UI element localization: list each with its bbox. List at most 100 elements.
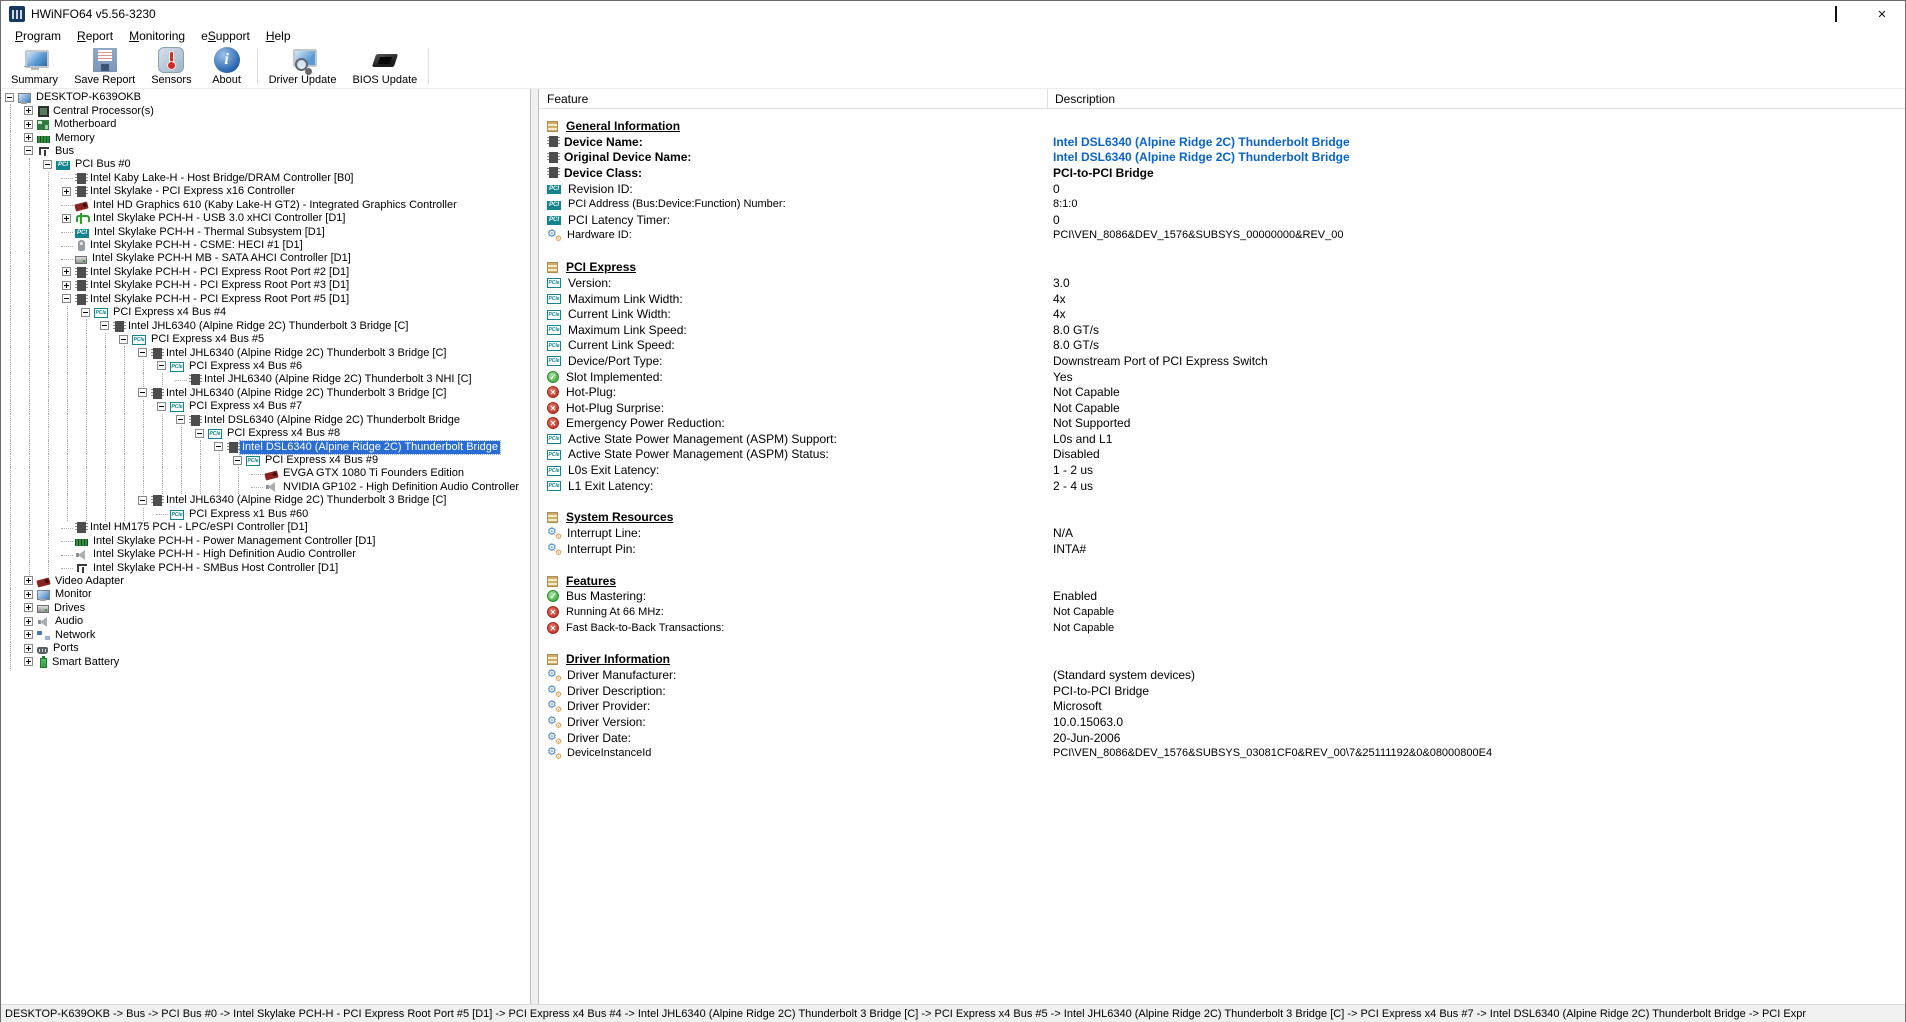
tree-item-intel-skylake-pch-h-smbus-host-controlle[interactable]: Intel Skylake PCH-H - SMBus Host Control… xyxy=(1,561,530,576)
tree-item-intel-jhl6340-alpine-ridge-2c-thunderbol[interactable]: Intel JHL6340 (Alpine Ridge 2C) Thunderb… xyxy=(1,319,530,334)
collapse-icon[interactable] xyxy=(157,361,166,371)
tree-item-video-adapter[interactable]: Video Adapter xyxy=(1,574,530,589)
feature-row-device-port-type[interactable]: Device/Port Type: Downstream Port of PCI … xyxy=(547,353,1905,369)
feature-row-active-state-power-management-aspm-support[interactable]: Active State Power Management (ASPM) Sup… xyxy=(547,431,1905,447)
feature-row-running-at-66-mhz[interactable]: Running At 66 MHz: Not Capable xyxy=(547,604,1905,620)
feature-row-revision-id[interactable]: Revision ID: 0 xyxy=(547,181,1905,197)
expand-icon[interactable] xyxy=(24,133,33,143)
tree-item-intel-skylake-pch-h-pci-express-root-por[interactable]: Intel Skylake PCH-H - PCI Express Root P… xyxy=(1,265,530,280)
feature-row-current-link-speed[interactable]: Current Link Speed: 8.0 GT/s xyxy=(547,338,1905,354)
feature-row-hot-plug-surprise[interactable]: Hot-Plug Surprise: Not Capable xyxy=(547,400,1905,416)
feature-row-original-device-name[interactable]: Original Device Name: Intel DSL6340 (Alpi… xyxy=(547,150,1905,166)
collapse-icon[interactable] xyxy=(176,415,185,425)
feature-row-device-name[interactable]: Device Name: Intel DSL6340 (Alpine Ridge … xyxy=(547,134,1905,150)
summary-button[interactable]: Summary xyxy=(3,45,66,88)
expand-icon[interactable] xyxy=(24,589,33,599)
expand-icon[interactable] xyxy=(62,280,71,290)
about-button[interactable]: About xyxy=(200,45,254,88)
tree-item-intel-skylake-pch-h-csme-heci-1-d1[interactable]: Intel Skylake PCH-H - CSME: HECI #1 [D1] xyxy=(1,238,530,253)
menu-program[interactable]: Program xyxy=(7,28,69,45)
menu-esupport[interactable]: eSupport xyxy=(193,28,258,45)
tree-item-intel-skylake-pch-h-pci-express-root-por[interactable]: Intel Skylake PCH-H - PCI Express Root P… xyxy=(1,292,530,307)
collapse-icon[interactable] xyxy=(138,388,147,398)
feature-row-slot-implemented[interactable]: Slot Implemented: Yes xyxy=(547,369,1905,385)
feature-row-l0s-exit-latency[interactable]: L0s Exit Latency: 1 - 2 us xyxy=(547,462,1905,478)
tree-item-ports[interactable]: Ports xyxy=(1,641,530,656)
expand-icon[interactable] xyxy=(24,657,33,667)
tree-item-intel-jhl6340-alpine-ridge-2c-thunderbol[interactable]: Intel JHL6340 (Alpine Ridge 2C) Thunderb… xyxy=(1,386,530,401)
menu-help[interactable]: Help xyxy=(258,28,299,45)
expand-icon[interactable] xyxy=(24,576,33,586)
feature-row-maximum-link-speed[interactable]: Maximum Link Speed: 8.0 GT/s xyxy=(547,322,1905,338)
collapse-icon[interactable] xyxy=(100,321,109,331)
feature-row-interrupt-pin[interactable]: Interrupt Pin: INTA# xyxy=(547,541,1905,557)
tree-item-pci-express-x4-bus-5[interactable]: PCI Express x4 Bus #5 xyxy=(1,332,530,347)
collapse-icon[interactable] xyxy=(81,307,90,317)
collapse-icon[interactable] xyxy=(233,455,242,465)
feature-row-fast-back-to-back-transactions[interactable]: Fast Back-to-Back Transactions: Not Capab… xyxy=(547,620,1905,636)
expand-icon[interactable] xyxy=(24,643,33,653)
tree-item-pci-express-x4-bus-9[interactable]: PCI Express x4 Bus #9 xyxy=(1,453,530,468)
collapse-icon[interactable] xyxy=(62,294,71,304)
sensors-button[interactable]: Sensors xyxy=(143,45,199,88)
tree-item-network[interactable]: Network xyxy=(1,628,530,643)
feature-row-hardware-id[interactable]: Hardware ID: PCI\VEN_8086&DEV_1576&SUBSYS… xyxy=(547,228,1905,243)
bios-button[interactable]: BIOS Update xyxy=(344,45,425,88)
tree-item-intel-kaby-lake-h-host-bridge-dram-contr[interactable]: Intel Kaby Lake-H - Host Bridge/DRAM Con… xyxy=(1,171,530,186)
collapse-icon[interactable] xyxy=(24,146,33,156)
feature-row-hot-plug[interactable]: Hot-Plug: Not Capable xyxy=(547,384,1905,400)
expand-icon[interactable] xyxy=(62,186,71,196)
collapse-icon[interactable] xyxy=(5,92,14,102)
tree-item-intel-dsl6340-alpine-ridge-2c-thunderbol[interactable]: Intel DSL6340 (Alpine Ridge 2C) Thunderb… xyxy=(1,439,530,455)
feature-row-driver-description[interactable]: Driver Description: PCI-to-PCI Bridge xyxy=(547,683,1905,699)
feature-row-driver-provider[interactable]: Driver Provider: Microsoft xyxy=(547,699,1905,714)
expand-icon[interactable] xyxy=(24,106,33,116)
tree-item-intel-skylake-pch-h-mb-sata-ahci-control[interactable]: Intel Skylake PCH-H MB - SATA AHCI Contr… xyxy=(1,252,530,267)
collapse-icon[interactable] xyxy=(138,495,147,505)
feature-row-maximum-link-width[interactable]: Maximum Link Width: 4x xyxy=(547,291,1905,307)
tree-item-central-processor-s[interactable]: Central Processor(s) xyxy=(1,104,530,119)
minimize-button[interactable] xyxy=(1767,1,1813,27)
feature-row-deviceinstanceid[interactable]: DeviceInstanceId PCI\VEN_8086&DEV_1576&SU… xyxy=(547,745,1905,761)
feature-row-pci-latency-timer[interactable]: PCI Latency Timer: 0 xyxy=(547,212,1905,228)
collapse-icon[interactable] xyxy=(195,428,204,438)
feature-row-bus-mastering[interactable]: Bus Mastering: Enabled xyxy=(547,589,1905,605)
tree-item-intel-hd-graphics-610-kaby-lake-h-gt2-in[interactable]: Intel HD Graphics 610 (Kaby Lake-H GT2) … xyxy=(1,198,530,213)
tree-item-nvidia-gp102-high-definition-audio-contr[interactable]: NVIDIA GP102 - High Definition Audio Con… xyxy=(1,480,530,495)
tree-item-intel-skylake-pch-h-power-management-con[interactable]: Intel Skylake PCH-H - Power Management C… xyxy=(1,534,530,549)
feature-row-version[interactable]: Version: 3.0 xyxy=(547,275,1905,291)
feature-row-active-state-power-management-aspm-status[interactable]: Active State Power Management (ASPM) Sta… xyxy=(547,447,1905,463)
collapse-icon[interactable] xyxy=(43,159,52,169)
collapse-icon[interactable] xyxy=(157,401,166,411)
expand-icon[interactable] xyxy=(62,267,71,277)
driver-button[interactable]: Driver Update xyxy=(261,45,345,88)
menu-monitoring[interactable]: Monitoring xyxy=(121,28,193,45)
save-button[interactable]: Save Report xyxy=(66,45,143,88)
tree-item-monitor[interactable]: Monitor xyxy=(1,588,530,603)
feature-row-driver-version[interactable]: Driver Version: 10.0.15063.0 xyxy=(547,714,1905,730)
feature-row-emergency-power-reduction[interactable]: Emergency Power Reduction: Not Supported xyxy=(547,416,1905,432)
tree-item-pci-express-x1-bus-60[interactable]: PCI Express x1 Bus #60 xyxy=(1,507,530,522)
tree-item-intel-jhl6340-alpine-ridge-2c-thunderbol[interactable]: Intel JHL6340 (Alpine Ridge 2C) Thunderb… xyxy=(1,494,530,509)
expand-icon[interactable] xyxy=(24,119,33,129)
tree-item-bus[interactable]: Bus xyxy=(1,144,530,159)
tree-item-intel-jhl6340-alpine-ridge-2c-thunderbol[interactable]: Intel JHL6340 (Alpine Ridge 2C) Thunderb… xyxy=(1,346,530,361)
tree-item-audio[interactable]: Audio xyxy=(1,615,530,629)
tree-item-pci-express-x4-bus-4[interactable]: PCI Express x4 Bus #4 xyxy=(1,306,530,320)
feature-row-pci-address-bus-device-function-number[interactable]: PCI Address (Bus:Device:Function) Number… xyxy=(547,196,1905,212)
feature-row-current-link-width[interactable]: Current Link Width: 4x xyxy=(547,306,1905,322)
tree-item-intel-skylake-pch-h-pci-express-root-por[interactable]: Intel Skylake PCH-H - PCI Express Root P… xyxy=(1,279,530,294)
tree-item-intel-skylake-pch-h-thermal-subsystem-d1[interactable]: Intel Skylake PCH-H - Thermal Subsystem … xyxy=(1,225,530,240)
close-button[interactable] xyxy=(1859,1,1905,27)
expand-icon[interactable] xyxy=(24,630,33,640)
maximize-button[interactable] xyxy=(1813,1,1859,27)
tree-item-pci-express-x4-bus-6[interactable]: PCI Express x4 Bus #6 xyxy=(1,359,530,374)
collapse-icon[interactable] xyxy=(214,442,223,452)
tree-item-motherboard[interactable]: Motherboard xyxy=(1,117,530,132)
tree-item-pci-express-x4-bus-7[interactable]: PCI Express x4 Bus #7 xyxy=(1,400,530,414)
tree-item-intel-hm175-pch-lpc-espi-controller-d1[interactable]: Intel HM175 PCH - LPC/eSPI Controller [D… xyxy=(1,521,530,535)
feature-row-interrupt-line[interactable]: Interrupt Line: N/A xyxy=(547,525,1905,541)
tree-item-intel-skylake-pci-express-x16-controller[interactable]: Intel Skylake - PCI Express x16 Controll… xyxy=(1,185,530,199)
feature-row-driver-manufacturer[interactable]: Driver Manufacturer: (Standard system dev… xyxy=(547,667,1905,683)
feature-row-l1-exit-latency[interactable]: L1 Exit Latency: 2 - 4 us xyxy=(547,478,1905,494)
